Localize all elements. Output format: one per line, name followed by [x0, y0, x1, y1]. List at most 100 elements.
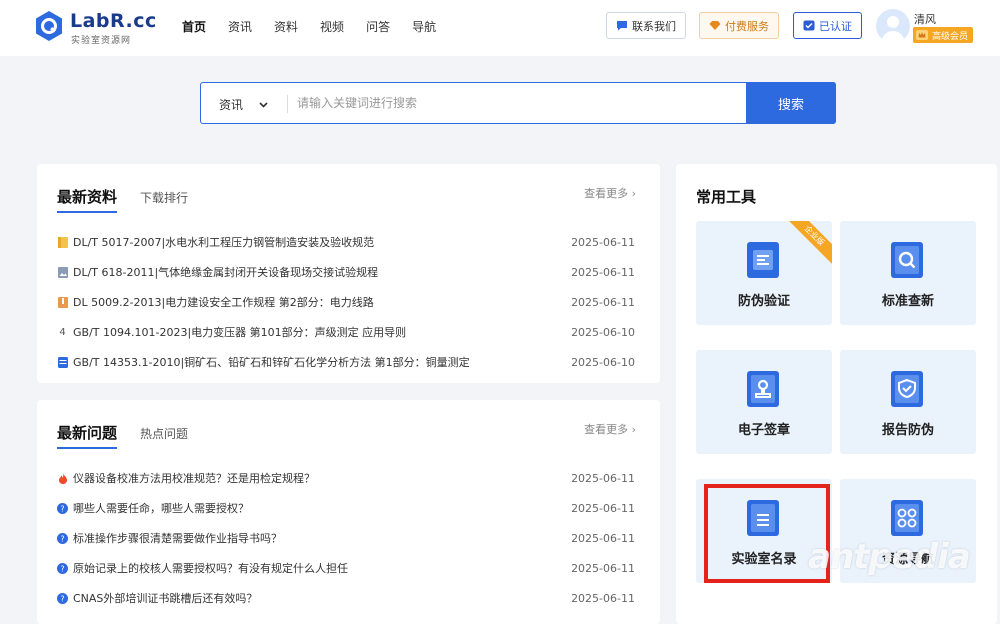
database-icon [57, 356, 68, 368]
nav-qa[interactable]: 问答 [366, 18, 390, 35]
search-bar: 资讯 搜索 [200, 82, 836, 124]
more-label: 查看更多 [584, 187, 629, 200]
search-divider [287, 95, 288, 113]
user-avatar[interactable] [876, 9, 910, 43]
verified-button[interactable]: 已认证 [793, 12, 862, 39]
resource-grid-icon [891, 500, 923, 536]
tool-label: 标准查新 [881, 294, 934, 309]
paid-service-label: 付费服务 [725, 19, 769, 33]
list-item[interactable]: 仪器设备校准方法用校准规范？还是用检定规程？ 2025-06-11 [57, 463, 637, 493]
tool-e-seal[interactable]: 电子签章 [696, 350, 832, 454]
report-shield-icon [891, 371, 923, 407]
doc-date: 2025-06-10 [571, 325, 635, 339]
question-title: 哪些人需要任命，哪些人需要授权？ [73, 502, 249, 515]
watermark: antpedia [808, 537, 971, 577]
vip-label: 高级会员 [932, 31, 969, 42]
question-date: 2025-06-11 [571, 501, 635, 515]
latest-questions-title[interactable]: 最新问题 [57, 422, 118, 449]
brand-name: LabR.cc [70, 10, 157, 32]
anti-counterfeit-icon [747, 242, 779, 278]
image-icon [57, 266, 68, 278]
doc-date: 2025-06-10 [571, 355, 635, 369]
lab-directory-icon [747, 500, 779, 536]
verified-label: 已认证 [819, 19, 852, 33]
site-logo[interactable]: LabR.cc 实验室资源网 [34, 9, 156, 46]
question-date: 2025-06-11 [571, 531, 635, 545]
search-button[interactable]: 搜索 [746, 82, 836, 124]
doc-title: GB/T 1094.101-2023|电力变压器 第101部分：声级测定 应用导… [73, 326, 407, 339]
doc-title: DL 5009.2-2013|电力建设安全工作规程 第2部分：电力线路 [73, 296, 374, 309]
search-category-value: 资讯 [219, 98, 244, 112]
paid-service-button[interactable]: 付费服务 [699, 12, 779, 39]
latest-questions-list: 仪器设备校准方法用校准规范？还是用检定规程？ 2025-06-11 ? 哪些人需… [57, 463, 637, 613]
tool-label: 电子签章 [737, 423, 790, 438]
question-title: 标准操作步骤很清楚需要做作业指导书吗？ [73, 532, 282, 545]
list-item[interactable]: GB/T 14353.1-2010|铜矿石、铅矿石和锌矿石化学分析方法 第1部分… [57, 347, 637, 377]
latest-questions-panel: 最新问题 热点问题 查看更多 › 仪器设备校准方法用校准规范？还是用检定规程？ … [37, 400, 660, 624]
question-title: 仪器设备校准方法用校准规范？还是用检定规程？ [73, 472, 315, 485]
nav-navigation[interactable]: 导航 [412, 18, 436, 35]
check-badge-icon [803, 20, 815, 31]
svg-text:?: ? [60, 504, 64, 513]
number-four-icon: 4 [59, 326, 66, 338]
standard-search-icon [891, 242, 923, 278]
contact-label: 联系我们 [632, 19, 676, 33]
latest-questions-more-link[interactable]: 查看更多 › [584, 421, 636, 437]
latest-docs-more-link[interactable]: 查看更多 › [584, 185, 636, 201]
tool-label: 报告防伪 [881, 423, 934, 438]
contact-button[interactable]: 联系我们 [606, 12, 686, 39]
tool-standard-search[interactable]: 标准查新 [840, 221, 976, 325]
enterprise-ribbon: 企业版 [780, 221, 832, 270]
tool-anti-counterfeit[interactable]: 防伪验证 企业版 [696, 221, 832, 325]
archive-icon [57, 296, 68, 308]
tool-label: 防伪验证 [737, 294, 790, 309]
list-item[interactable]: ? 标准操作步骤很清楚需要做作业指导书吗？ 2025-06-11 [57, 523, 637, 553]
logo-hexagon-icon [36, 11, 62, 41]
common-tools-title: 常用工具 [696, 188, 757, 206]
search-category-select[interactable]: 资讯 [219, 96, 268, 113]
question-title: 原始记录上的校核人需要授权吗？有没有规定什么人担任 [73, 562, 348, 575]
doc-title: DL/T 618-2011|气体绝缘金属封闭开关设备现场交接试验规程 [73, 266, 379, 279]
list-item[interactable]: 4 GB/T 1094.101-2023|电力变压器 第101部分：声级测定 应… [57, 317, 637, 347]
latest-docs-title[interactable]: 最新资料 [57, 186, 118, 213]
download-ranking-tab[interactable]: 下载排行 [140, 189, 188, 206]
question-icon: ? [57, 502, 68, 514]
nav-documents[interactable]: 资料 [274, 18, 298, 35]
question-date: 2025-06-11 [571, 591, 635, 605]
nav-news[interactable]: 资讯 [228, 18, 252, 35]
flame-icon [57, 472, 68, 484]
list-item[interactable]: ? 哪些人需要任命，哪些人需要授权？ 2025-06-11 [57, 493, 637, 523]
question-date: 2025-06-11 [571, 471, 635, 485]
question-icon: ? [57, 592, 68, 604]
nav-videos[interactable]: 视频 [320, 18, 344, 35]
latest-docs-list: DL/T 5017-2007|水电水利工程压力钢管制造安装及验收规范 2025-… [57, 227, 637, 377]
main-nav: 首页 资讯 资料 视频 问答 导航 [182, 18, 458, 35]
doc-title: DL/T 5017-2007|水电水利工程压力钢管制造安装及验收规范 [73, 236, 375, 249]
list-item[interactable]: DL 5009.2-2013|电力建设安全工作规程 第2部分：电力线路 2025… [57, 287, 637, 317]
latest-docs-panel: 最新资料 下载排行 查看更多 › DL/T 5017-2007|水电水利工程压力… [37, 164, 660, 383]
top-header: LabR.cc 实验室资源网 首页 资讯 资料 视频 问答 导航 联系我们 付费… [0, 0, 1000, 56]
list-item[interactable]: ? 原始记录上的校核人需要授权吗？有没有规定什么人担任 2025-06-11 [57, 553, 637, 583]
list-item[interactable]: ? CNAS外部培训证书跳槽后还有效吗？ 2025-06-11 [57, 583, 637, 613]
doc-title: GB/T 14353.1-2010|铜矿石、铅矿石和锌矿石化学分析方法 第1部分… [73, 356, 470, 369]
question-title: CNAS外部培训证书跳槽后还有效吗？ [73, 592, 258, 605]
list-item[interactable]: DL/T 618-2011|气体绝缘金属封闭开关设备现场交接试验规程 2025-… [57, 257, 637, 287]
svg-text:?: ? [60, 534, 64, 543]
list-item[interactable]: DL/T 5017-2007|水电水利工程压力钢管制造安装及验收规范 2025-… [57, 227, 637, 257]
diamond-icon [709, 21, 721, 30]
doc-date: 2025-06-11 [571, 295, 635, 309]
doc-date: 2025-06-11 [571, 235, 635, 249]
folder-icon [57, 236, 68, 248]
doc-date: 2025-06-11 [571, 265, 635, 279]
hot-questions-tab[interactable]: 热点问题 [140, 425, 188, 442]
search-input[interactable] [297, 89, 737, 117]
user-name[interactable]: 清风 [914, 11, 936, 27]
chevron-down-icon [259, 101, 268, 108]
e-seal-icon [747, 371, 779, 407]
nav-home[interactable]: 首页 [182, 18, 206, 35]
user-silhouette-icon [881, 16, 905, 43]
chat-icon [617, 21, 627, 31]
tool-report-shield[interactable]: 报告防伪 [840, 350, 976, 454]
question-date: 2025-06-11 [571, 561, 635, 575]
more-label: 查看更多 [584, 423, 629, 436]
